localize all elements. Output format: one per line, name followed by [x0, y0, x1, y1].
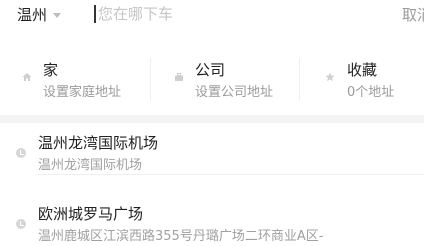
section-separator: [0, 115, 424, 123]
quick-place-subtitle: 设置家庭地址: [43, 85, 122, 100]
quick-places: 家 设置家庭地址 公司 设置公司地址 收藏 0个地址: [0, 58, 424, 100]
cancel-button[interactable]: 取消: [402, 4, 424, 25]
city-selector[interactable]: 温州: [17, 4, 62, 25]
top-bar: 温州 取消: [0, 0, 424, 30]
history-item-address: 温州龙湾国际机场: [38, 158, 143, 173]
clock-icon: [16, 219, 26, 229]
history-item-title: 欧洲城罗马广场: [38, 205, 144, 223]
history-item[interactable]: 欧洲城罗马广场 温州鹿城区江滨西路355号丹璐广场二环商业A区-: [0, 194, 424, 246]
history-item-address: 温州鹿城区江滨西路355号丹璐广场二环商业A区-: [38, 229, 324, 244]
star-icon: [325, 72, 335, 82]
briefcase-icon: [174, 72, 184, 82]
quick-place-favorites[interactable]: 收藏 0个地址: [300, 58, 424, 100]
quick-place-title: 收藏: [347, 61, 378, 79]
history-item-title: 温州龙湾国际机场: [38, 134, 159, 152]
destination-input[interactable]: [98, 5, 358, 23]
destination-search[interactable]: [94, 2, 384, 26]
clock-icon: [16, 148, 26, 158]
quick-place-title: 家: [43, 61, 59, 79]
chevron-down-icon: [53, 12, 62, 18]
divider: [38, 174, 424, 175]
quick-place-subtitle: 设置公司地址: [195, 85, 274, 100]
home-icon: [22, 72, 32, 82]
quick-place-subtitle: 0个地址: [347, 85, 395, 100]
quick-place-company[interactable]: 公司 设置公司地址: [151, 58, 299, 100]
quick-place-home[interactable]: 家 设置家庭地址: [0, 58, 150, 100]
city-label: 温州: [17, 6, 48, 24]
quick-place-title: 公司: [195, 61, 226, 79]
text-cursor: [94, 5, 96, 23]
history-item[interactable]: 温州龙湾国际机场 温州龙湾国际机场: [0, 123, 424, 175]
